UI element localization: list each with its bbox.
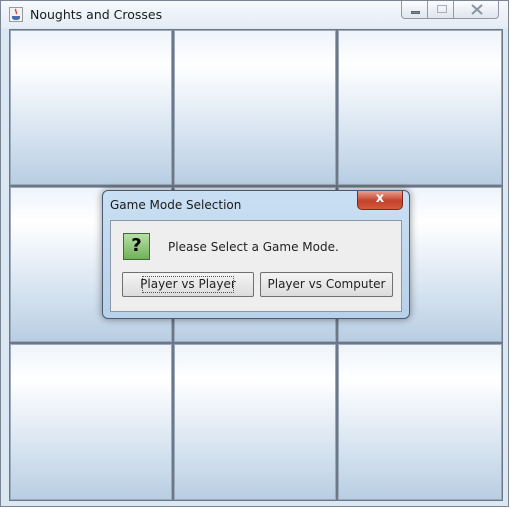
question-icon: ? <box>123 233 150 260</box>
player-vs-computer-label: Player vs Computer <box>267 277 386 291</box>
game-mode-dialog: Game Mode Selection x ? Please Select a … <box>102 190 410 319</box>
minimize-button[interactable] <box>401 1 428 19</box>
dialog-title: Game Mode Selection <box>110 198 242 212</box>
board-cell-3-3[interactable] <box>338 344 502 500</box>
close-icon <box>471 4 483 15</box>
main-window: Noughts and Crosses Game Mode Selection … <box>0 0 509 507</box>
board-cell-3-1[interactable] <box>10 344 172 500</box>
board-cell-1-3[interactable] <box>338 30 502 185</box>
title-bar[interactable]: Noughts and Crosses <box>1 1 508 28</box>
dialog-body: ? Please Select a Game Mode. Player vs P… <box>110 220 402 312</box>
close-icon: x <box>375 191 385 206</box>
java-app-icon <box>9 7 23 22</box>
dialog-message: Please Select a Game Mode. <box>168 240 339 254</box>
window-title: Noughts and Crosses <box>30 7 163 22</box>
question-mark: ? <box>131 235 142 256</box>
board-cell-1-2[interactable] <box>174 30 336 185</box>
minimize-icon <box>411 11 420 14</box>
dialog-close-button[interactable]: x <box>357 191 403 210</box>
player-vs-computer-button[interactable]: Player vs Computer <box>260 272 393 297</box>
maximize-icon <box>437 5 447 13</box>
close-button[interactable] <box>453 1 499 19</box>
player-vs-player-button[interactable]: Player vs Player <box>122 272 254 297</box>
focus-ring <box>142 276 234 293</box>
maximize-button[interactable] <box>427 1 454 19</box>
board-cell-1-1[interactable] <box>10 30 172 185</box>
board-cell-3-2[interactable] <box>174 344 336 500</box>
